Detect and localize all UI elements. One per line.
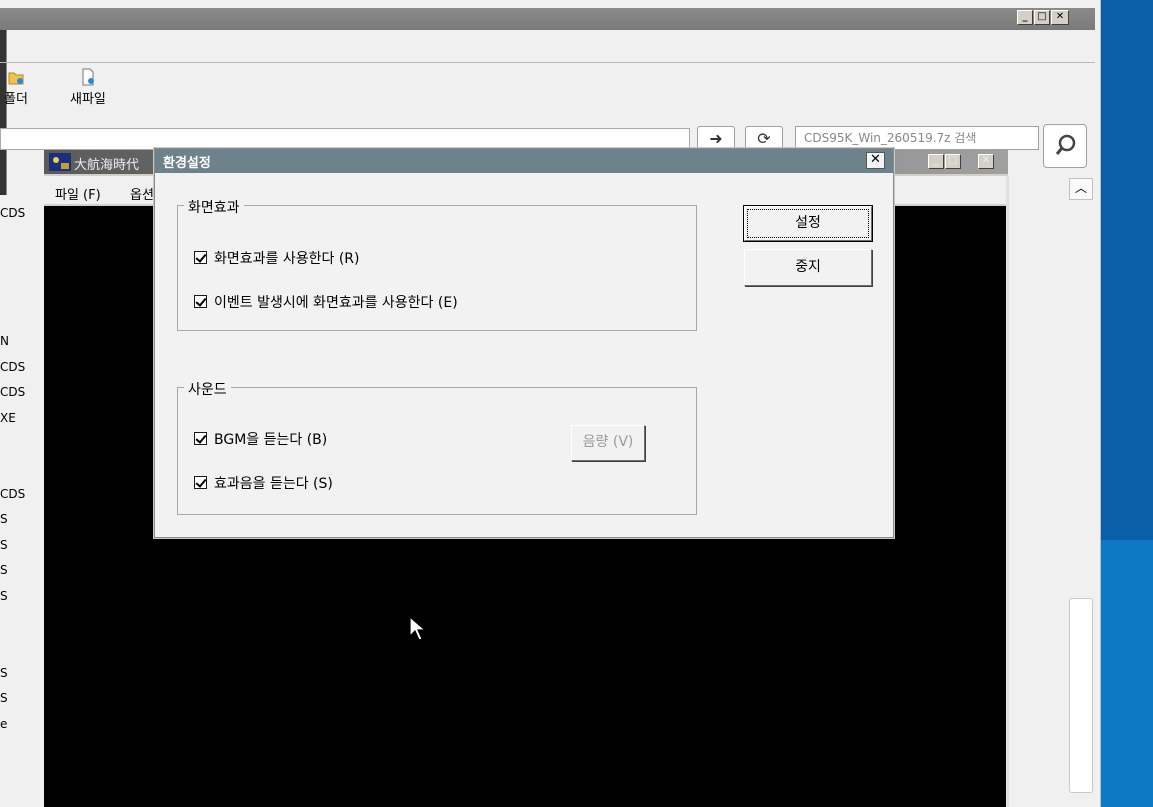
list-item[interactable]: CDS <box>0 385 25 399</box>
refresh-icon: ⟳ <box>757 129 771 148</box>
desktop-background-band <box>1100 540 1153 807</box>
menu-options[interactable]: 옵션 <box>130 184 154 203</box>
background-window-edge <box>0 30 7 195</box>
game-window-frame <box>1006 176 1009 807</box>
new-file-icon <box>82 68 94 86</box>
toolbar-divider <box>0 62 1095 63</box>
maximize-button[interactable]: □ <box>1034 10 1050 25</box>
close-icon: ✕ <box>870 152 881 167</box>
address-bar[interactable] <box>0 128 690 150</box>
dialog-close-button[interactable]: ✕ <box>866 152 885 169</box>
dialog-title-bar: 환경설정 <box>155 149 893 173</box>
list-item[interactable]: XE <box>0 411 16 425</box>
arrow-right-icon: ➜ <box>709 129 723 148</box>
dialog-title: 환경설정 <box>163 156 211 171</box>
visual-effects-group <box>177 205 697 331</box>
list-item[interactable]: CDS <box>0 206 25 220</box>
checkbox-label: 효과음을 듣는다 (S) <box>214 476 333 492</box>
list-item[interactable]: S <box>0 512 8 526</box>
minimize-button[interactable]: _ <box>1017 10 1033 25</box>
list-item[interactable]: S <box>0 589 8 603</box>
game-title: 大航海時代 <box>74 158 140 173</box>
use-visual-effects-checkbox[interactable]: 화면효과를 사용한다 (R) <box>194 248 359 268</box>
list-item[interactable]: S <box>0 538 8 552</box>
checkbox-label: 화면효과를 사용한다 (R) <box>214 251 360 267</box>
game-close-button[interactable]: ✕ <box>978 154 994 169</box>
new-folder-icon <box>8 72 24 85</box>
scrollbar-thumb[interactable] <box>1069 598 1093 793</box>
search-button[interactable] <box>1043 124 1087 168</box>
menu-file[interactable]: 파일 (F) <box>55 184 101 203</box>
list-item[interactable]: S <box>0 666 8 680</box>
checkbox-label: 이벤트 발생시에 화면효과를 사용한다 (E) <box>214 295 458 311</box>
game-app-icon <box>49 153 71 171</box>
cancel-button[interactable]: 중지 <box>744 249 872 286</box>
sound-group-label: 사운드 <box>184 379 231 399</box>
ok-button[interactable]: 설정 <box>744 206 872 241</box>
close-button[interactable]: ✕ <box>1051 10 1069 25</box>
event-visual-effects-checkbox[interactable]: 이벤트 발생시에 화면효과를 사용한다 (E) <box>194 292 458 312</box>
checkbox-label: BGM을 듣는다 (B) <box>214 432 328 448</box>
new-folder-button[interactable]: 폴더 <box>4 68 28 107</box>
new-folder-label: 폴더 <box>4 92 28 107</box>
volume-button: 음량 (V) <box>571 425 645 461</box>
new-file-label: 새파일 <box>70 92 106 107</box>
chevron-up-icon: ︿ <box>1074 181 1087 195</box>
list-item[interactable]: e <box>0 717 7 731</box>
scroll-up-button[interactable]: ︿ <box>1069 178 1093 200</box>
game-maximize-button[interactable]: □ <box>945 154 961 169</box>
list-item[interactable]: S <box>0 691 8 705</box>
list-item[interactable]: CDS <box>0 360 25 374</box>
file-list: CDS N CDS CDS XE CDS S S S S S S e <box>0 200 44 800</box>
search-input[interactable]: CDS95K_Win_260519.7z 검색 <box>795 126 1039 150</box>
list-item[interactable]: S <box>0 563 8 577</box>
search-icon <box>1055 134 1076 155</box>
game-minimize-button[interactable]: _ <box>928 154 944 169</box>
explorer-title-bar: _ □ ✕ <box>0 8 1095 30</box>
new-file-button[interactable]: 새파일 <box>70 68 106 107</box>
bgm-checkbox[interactable]: BGM을 듣는다 (B) <box>194 429 327 449</box>
checkbox-checked-icon <box>194 432 207 445</box>
checkbox-checked-icon <box>194 251 207 264</box>
mouse-cursor-icon <box>409 616 427 641</box>
checkbox-checked-icon <box>194 476 207 489</box>
checkbox-checked-icon <box>194 295 207 308</box>
list-item[interactable]: CDS <box>0 487 25 501</box>
list-item[interactable]: N <box>0 334 9 348</box>
visual-effects-group-label: 화면효과 <box>184 197 244 217</box>
sound-effects-checkbox[interactable]: 효과음을 듣는다 (S) <box>194 473 333 493</box>
